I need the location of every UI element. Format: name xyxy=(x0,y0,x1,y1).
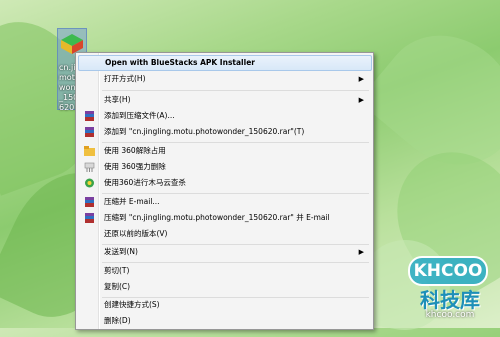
menu-item-open-with[interactable]: 打开方式(H) ▶ xyxy=(78,71,370,87)
menu-item-create-shortcut[interactable]: 创建快捷方式(S) xyxy=(78,297,370,313)
context-menu: Open with BlueStacks APK Installer 打开方式(… xyxy=(75,52,374,330)
menu-item-share[interactable]: 共享(H) ▶ xyxy=(78,92,370,108)
submenu-arrow-icon: ▶ xyxy=(358,248,364,256)
watermark: KHCOO 科技库 khcoo.com xyxy=(400,250,500,328)
menu-item-send-to[interactable]: 发送到(N) ▶ xyxy=(78,244,370,260)
menu-item-cut[interactable]: 剪切(T) xyxy=(78,263,370,279)
menu-item-360-unlock[interactable]: 使用 360解除占用 xyxy=(78,143,370,159)
menu-item-add-to-rar[interactable]: 添加到 "cn.jingling.motu.photowonder_150620… xyxy=(78,124,370,140)
menu-item-open-bluestacks[interactable]: Open with BlueStacks APK Installer xyxy=(78,55,372,71)
watermark-url: khcoo.com xyxy=(425,310,475,320)
shred-icon xyxy=(84,162,95,172)
submenu-arrow-icon: ▶ xyxy=(358,75,364,83)
360-scan-icon xyxy=(85,178,94,188)
menu-item-add-to-archive[interactable]: 添加到压缩文件(A)... xyxy=(78,108,370,124)
menu-item-compress-rar-email[interactable]: 压缩到 "cn.jingling.motu.photowonder_150620… xyxy=(78,210,370,226)
menu-separator xyxy=(102,90,369,91)
winrar-archive-icon xyxy=(85,197,94,207)
menu-item-compress-email[interactable]: 压缩并 E-mail... xyxy=(78,194,370,210)
unlock-folder-icon xyxy=(84,146,95,156)
winrar-archive-icon xyxy=(85,127,94,137)
menu-item-360-force-delete[interactable]: 使用 360强力删除 xyxy=(78,159,370,175)
submenu-arrow-icon: ▶ xyxy=(358,96,364,104)
menu-item-copy[interactable]: 复制(C) xyxy=(78,279,370,295)
menu-item-restore-previous[interactable]: 还原以前的版本(V) xyxy=(78,226,370,242)
watermark-badge: KHCOO xyxy=(408,256,488,286)
winrar-archive-icon xyxy=(85,111,94,121)
menu-item-delete[interactable]: 删除(D) xyxy=(78,313,370,329)
watermark-name: 科技库 xyxy=(420,288,480,312)
menu-item-360-scan[interactable]: 使用360进行木马云查杀 xyxy=(78,175,370,191)
winrar-archive-icon xyxy=(85,213,94,223)
